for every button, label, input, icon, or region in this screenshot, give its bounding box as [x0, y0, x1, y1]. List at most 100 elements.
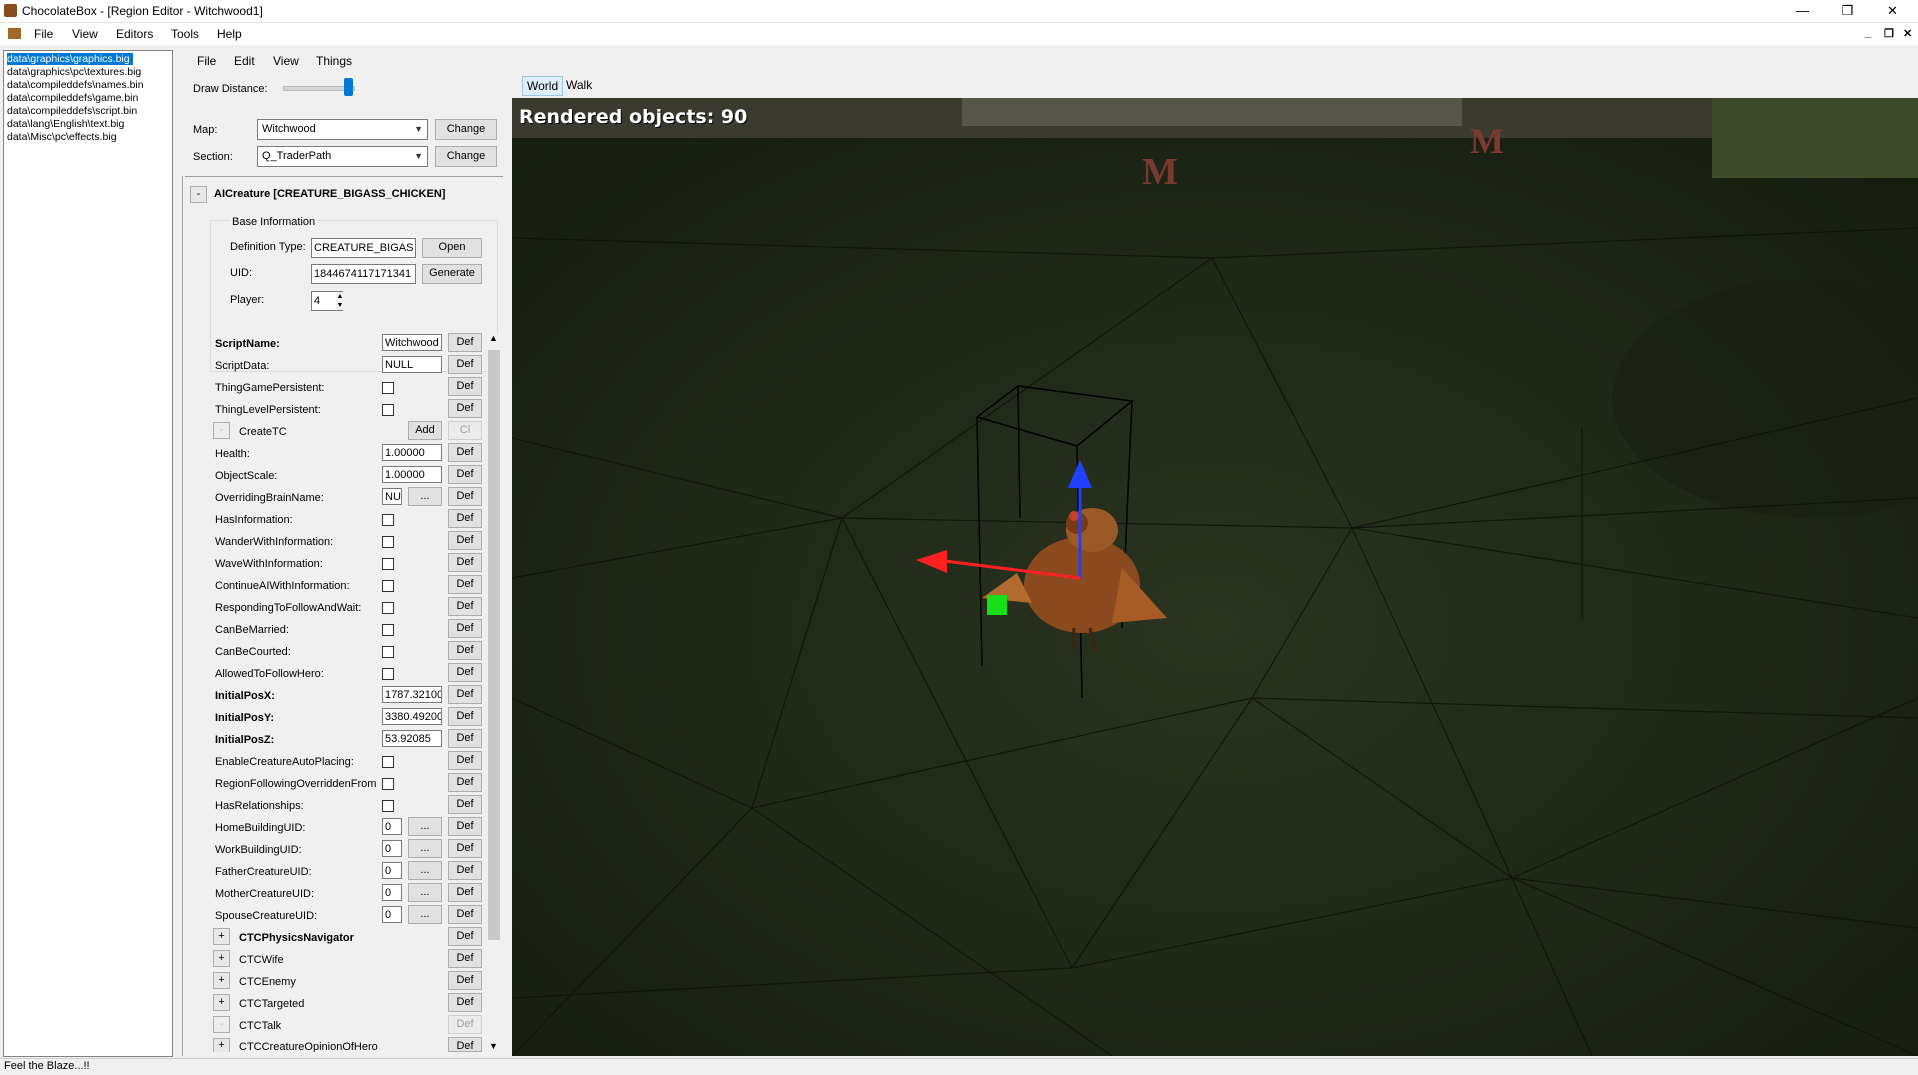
- wave-with-information-checkbox[interactable]: [382, 558, 394, 570]
- browse-button[interactable]: ...: [408, 861, 442, 880]
- work-building-uid-field[interactable]: 0: [382, 840, 402, 857]
- def-button[interactable]: Def: [448, 707, 482, 726]
- ctc-targeted-toggle[interactable]: +: [213, 994, 230, 1011]
- def-button[interactable]: Def: [448, 971, 482, 990]
- editor-menu-things[interactable]: Things: [316, 54, 352, 68]
- file-item-names[interactable]: data\compileddefs\names.bin: [7, 79, 144, 91]
- def-button[interactable]: Def: [448, 553, 482, 572]
- def-button[interactable]: Def: [448, 641, 482, 660]
- tab-walk[interactable]: Walk: [562, 76, 596, 94]
- enable-auto-placing-checkbox[interactable]: [382, 756, 394, 768]
- editor-menu-edit[interactable]: Edit: [234, 54, 255, 68]
- browse-button[interactable]: ...: [408, 839, 442, 858]
- definition-open-button[interactable]: Open: [422, 238, 482, 258]
- menu-editors[interactable]: Editors: [116, 27, 153, 41]
- initial-pos-z-field[interactable]: 53.92085: [382, 730, 442, 747]
- draw-distance-slider[interactable]: [344, 78, 354, 96]
- menu-help[interactable]: Help: [217, 27, 242, 41]
- def-button[interactable]: Def: [448, 333, 482, 352]
- def-button[interactable]: Def: [448, 531, 482, 550]
- def-button[interactable]: Def: [448, 663, 482, 682]
- overriding-brain-field[interactable]: NU: [382, 488, 402, 505]
- scroll-up-icon[interactable]: ▲: [489, 333, 498, 343]
- def-button[interactable]: Def: [448, 861, 482, 880]
- mdi-close-button[interactable]: ✕: [1903, 27, 1912, 40]
- def-button[interactable]: Def: [448, 597, 482, 616]
- def-button[interactable]: Def: [448, 795, 482, 814]
- def-button[interactable]: Def: [448, 993, 482, 1012]
- ctc-physics-navigator-toggle[interactable]: +: [213, 928, 230, 945]
- region-following-checkbox[interactable]: [382, 778, 394, 790]
- z-axis-handle[interactable]: [987, 595, 1007, 615]
- section-change-button[interactable]: Change: [435, 146, 497, 167]
- mdi-restore-button[interactable]: ❐: [1884, 27, 1894, 40]
- def-button[interactable]: Def: [448, 509, 482, 528]
- wander-with-information-checkbox[interactable]: [382, 536, 394, 548]
- def-button[interactable]: Def: [448, 619, 482, 638]
- browse-button[interactable]: ...: [408, 487, 442, 506]
- browse-button[interactable]: ...: [408, 905, 442, 924]
- has-relationships-checkbox[interactable]: [382, 800, 394, 812]
- can-be-married-checkbox[interactable]: [382, 624, 394, 636]
- def-button[interactable]: Def: [448, 443, 482, 462]
- mdi-minimize-button[interactable]: _: [1865, 27, 1871, 39]
- father-creature-uid-field[interactable]: 0: [382, 862, 402, 879]
- def-button[interactable]: Def: [448, 1015, 482, 1034]
- editor-menu-view[interactable]: View: [273, 54, 299, 68]
- ctc-talk-toggle[interactable]: -: [213, 1016, 230, 1033]
- responding-follow-checkbox[interactable]: [382, 602, 394, 614]
- def-button[interactable]: Def: [448, 1037, 482, 1052]
- thing-game-persistent-checkbox[interactable]: [382, 382, 394, 394]
- uid-field[interactable]: 1844674117171341: [311, 264, 416, 284]
- def-button[interactable]: Def: [448, 399, 482, 418]
- thing-collapse-toggle[interactable]: -: [190, 186, 207, 203]
- mother-creature-uid-field[interactable]: 0: [382, 884, 402, 901]
- ctc-opinion-toggle[interactable]: +: [213, 1038, 230, 1052]
- def-button[interactable]: Def: [448, 685, 482, 704]
- def-button[interactable]: Def: [448, 729, 482, 748]
- def-button[interactable]: Def: [448, 575, 482, 594]
- close-button[interactable]: ✕: [1870, 0, 1915, 22]
- stepper-arrows-icon[interactable]: ▲ ▼: [336, 292, 344, 310]
- browse-button[interactable]: ...: [408, 883, 442, 902]
- def-button[interactable]: Def: [448, 773, 482, 792]
- menu-tools[interactable]: Tools: [171, 27, 199, 41]
- create-tc-clear-button[interactable]: Cl: [448, 421, 482, 440]
- def-button[interactable]: Def: [448, 817, 482, 836]
- allowed-follow-hero-checkbox[interactable]: [382, 668, 394, 680]
- restore-button[interactable]: ❐: [1825, 0, 1870, 22]
- editor-menu-file[interactable]: File: [197, 54, 216, 68]
- menu-file[interactable]: File: [34, 27, 53, 41]
- file-item-text[interactable]: data\lang\English\text.big: [7, 118, 124, 130]
- ctc-enemy-toggle[interactable]: +: [213, 972, 230, 989]
- file-item-game[interactable]: data\compileddefs\game.bin: [7, 92, 138, 104]
- file-item-effects[interactable]: data\Misc\pc\effects.big: [7, 131, 117, 143]
- def-button[interactable]: Def: [448, 905, 482, 924]
- def-button[interactable]: Def: [448, 751, 482, 770]
- def-button[interactable]: Def: [448, 377, 482, 396]
- file-item-graphics[interactable]: data\graphics\graphics.big: [7, 53, 133, 65]
- scrollbar-thumb[interactable]: [488, 350, 500, 940]
- has-information-checkbox[interactable]: [382, 514, 394, 526]
- create-tc-add-button[interactable]: Add: [408, 421, 442, 440]
- map-change-button[interactable]: Change: [435, 119, 497, 140]
- continue-ai-checkbox[interactable]: [382, 580, 394, 592]
- def-button[interactable]: Def: [448, 465, 482, 484]
- browse-button[interactable]: ...: [408, 817, 442, 836]
- uid-generate-button[interactable]: Generate: [422, 264, 482, 284]
- def-button[interactable]: Def: [448, 487, 482, 506]
- spouse-creature-uid-field[interactable]: 0: [382, 906, 402, 923]
- def-button[interactable]: Def: [448, 927, 482, 946]
- file-item-script[interactable]: data\compileddefs\script.bin: [7, 105, 137, 117]
- script-name-field[interactable]: Witchwood: [382, 334, 442, 351]
- menu-view[interactable]: View: [72, 27, 98, 41]
- section-select[interactable]: Q_TraderPath ▼: [257, 146, 428, 167]
- initial-pos-y-field[interactable]: 3380.49200: [382, 708, 442, 725]
- create-tc-toggle[interactable]: -: [213, 422, 230, 439]
- home-building-uid-field[interactable]: 0: [382, 818, 402, 835]
- file-item-textures[interactable]: data\graphics\pc\textures.big: [7, 66, 141, 78]
- script-data-field[interactable]: NULL: [382, 356, 442, 373]
- object-scale-field[interactable]: 1.00000: [382, 466, 442, 483]
- def-button[interactable]: Def: [448, 883, 482, 902]
- initial-pos-x-field[interactable]: 1787.32100: [382, 686, 442, 703]
